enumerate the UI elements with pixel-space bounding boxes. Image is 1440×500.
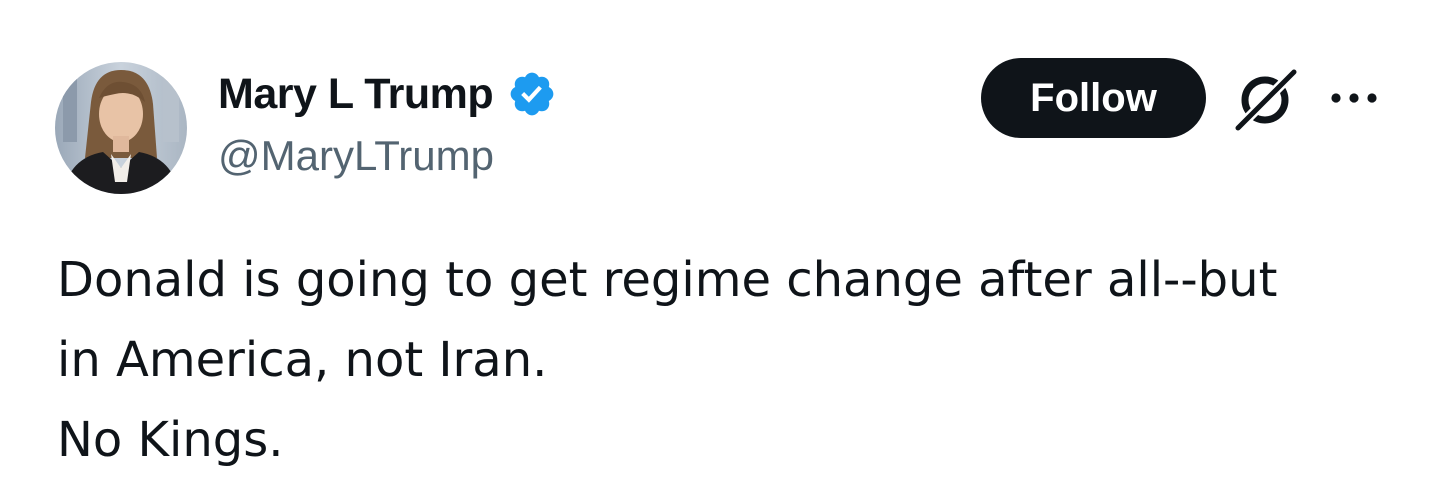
tweet-text: Donald is going to get regime change aft… xyxy=(57,240,1397,480)
follow-button[interactable]: Follow xyxy=(981,58,1206,138)
author-name-row: Mary L Trump xyxy=(218,66,557,122)
author-handle[interactable]: @MaryLTrump xyxy=(218,132,494,180)
tweet-text-line: in America, not Iran. xyxy=(57,332,548,388)
grok-icon[interactable] xyxy=(1232,66,1300,133)
author-display-name[interactable]: Mary L Trump xyxy=(218,70,494,119)
more-options-icon[interactable] xyxy=(1326,80,1382,116)
avatar[interactable] xyxy=(55,62,187,194)
tweet-card: Mary L Trump @MaryLTrump Follow Donald i… xyxy=(0,0,1440,500)
verified-badge-icon[interactable] xyxy=(507,69,557,119)
tweet-text-line: Donald is going to get regime change aft… xyxy=(57,252,1278,308)
tweet-text-line: No Kings. xyxy=(57,412,284,468)
